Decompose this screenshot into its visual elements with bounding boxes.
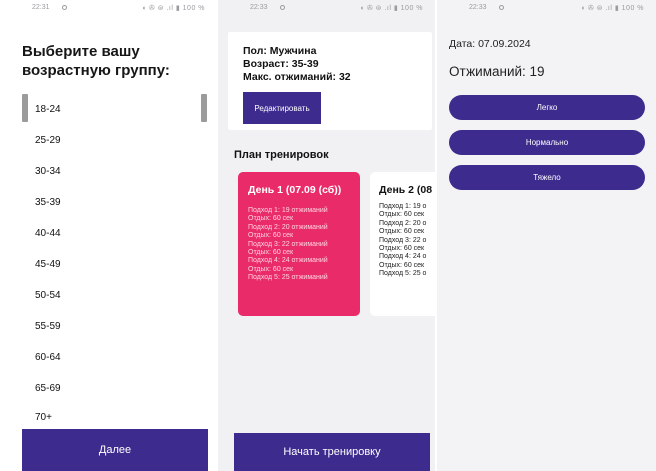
day-card-2[interactable]: День 2 (08 Подход 1: 19 о Отдых: 60 сек … (370, 172, 435, 316)
workout-screen: 22:33 ◖ ✇ ⊜ .ıl ▮ 100 % Дата: 07.09.2024… (437, 0, 656, 471)
day-title: День 1 (07.09 (сб)) (248, 184, 342, 196)
set-line: Подход 2: 20 о (379, 219, 427, 227)
start-training-button[interactable]: Начать тренировку (234, 433, 430, 471)
age-group-item[interactable]: 18-24 (35, 104, 61, 115)
age-group-item[interactable]: 65-69 (35, 383, 61, 394)
set-line: Подход 3: 22 отжиманий (248, 240, 328, 248)
next-button[interactable]: Далее (22, 429, 208, 471)
pushup-count: Отжиманий: 19 (449, 64, 545, 79)
notification-icon (280, 5, 285, 10)
day-sets: Подход 1: 19 о Отдых: 60 сек Подход 2: 2… (379, 203, 426, 279)
page-title: Выберите вашу возрастную группу: (22, 43, 170, 79)
notification-icon (499, 5, 504, 10)
status-icons: ◖ ✇ ⊜ .ıl ▮ 100 % (580, 5, 644, 12)
status-time: 22:31 (32, 4, 50, 11)
set-line: Подход 5: 25 отжиманий (248, 274, 328, 282)
set-line: Подход 2: 20 отжиманий (248, 223, 328, 231)
easy-button[interactable]: Легко (449, 95, 645, 120)
plan-title: План тренировок (234, 149, 329, 161)
age-group-item[interactable]: 40-44 (35, 228, 61, 239)
workout-date: Дата: 07.09.2024 (449, 38, 531, 50)
day-title: День 2 (08 (379, 184, 433, 196)
status-icons: ◖ ✇ ⊜ .ıl ▮ 100 % (359, 5, 423, 12)
edit-button[interactable]: Редактировать (243, 92, 321, 124)
set-line: Отдых: 60 сек (248, 265, 294, 273)
status-bar: 22:33 ◖ ✇ ⊜ .ıl ▮ 100 % (218, 0, 435, 17)
status-icons: ◖ ✇ ⊜ .ıl ▮ 100 % (141, 5, 205, 12)
status-time: 22:33 (469, 4, 487, 11)
set-line: Подход 4: 24 о (379, 253, 427, 261)
max-pushups-label: Макс. отжиманий: 32 (243, 71, 351, 83)
status-bar: 22:33 ◖ ✇ ⊜ .ıl ▮ 100 % (437, 0, 656, 17)
set-line: Подход 4: 24 отжиманий (248, 257, 328, 265)
set-line: Подход 1: 19 о (379, 203, 427, 210)
set-line: Отдых: 60 сек (379, 261, 425, 269)
training-plan-screen: 22:33 ◖ ✇ ⊜ .ıl ▮ 100 % Пол: Мужчина Воз… (218, 0, 435, 471)
notification-icon (62, 5, 67, 10)
age-group-item[interactable]: 55-59 (35, 321, 61, 332)
age-group-item[interactable]: 35-39 (35, 197, 61, 208)
gender-label: Пол: Мужчина (243, 45, 317, 57)
age-group-item[interactable]: 50-54 (35, 290, 61, 301)
age-label: Возраст: 35-39 (243, 58, 319, 70)
set-line: Подход 1: 19 отжиманий (248, 207, 328, 214)
age-group-item[interactable]: 25-29 (35, 135, 61, 146)
set-line: Отдых: 60 сек (248, 215, 294, 223)
status-bar: 22:31 ◖ ✇ ⊜ .ıl ▮ 100 % (0, 0, 217, 17)
set-line: Отдых: 60 сек (379, 211, 425, 219)
set-line: Отдых: 60 сек (379, 228, 425, 236)
set-line: Отдых: 60 сек (379, 245, 425, 253)
age-group-item[interactable]: 70+ (35, 412, 52, 423)
age-group-list: 18-24 25-29 30-34 35-39 40-44 45-49 50-5… (22, 90, 208, 430)
set-line: Отдых: 60 сек (248, 232, 294, 240)
age-group-item[interactable]: 30-34 (35, 166, 61, 177)
profile-card: Пол: Мужчина Возраст: 35-39 Макс. отжима… (228, 32, 432, 130)
hard-button[interactable]: Тяжело (449, 165, 645, 190)
set-line: Подход 3: 22 о (379, 236, 427, 244)
normal-button[interactable]: Нормально (449, 130, 645, 155)
set-line: Подход 5: 25 о (379, 270, 427, 278)
age-group-item[interactable]: 45-49 (35, 259, 61, 270)
day-sets: Подход 1: 19 отжиманий Отдых: 60 сек Под… (248, 207, 328, 283)
day-card-1[interactable]: День 1 (07.09 (сб)) Подход 1: 19 отжиман… (238, 172, 360, 316)
status-time: 22:33 (250, 4, 268, 11)
age-group-item[interactable]: 60-64 (35, 352, 61, 363)
age-selection-screen: 22:31 ◖ ✇ ⊜ .ıl ▮ 100 % Выберите вашу во… (0, 0, 217, 471)
